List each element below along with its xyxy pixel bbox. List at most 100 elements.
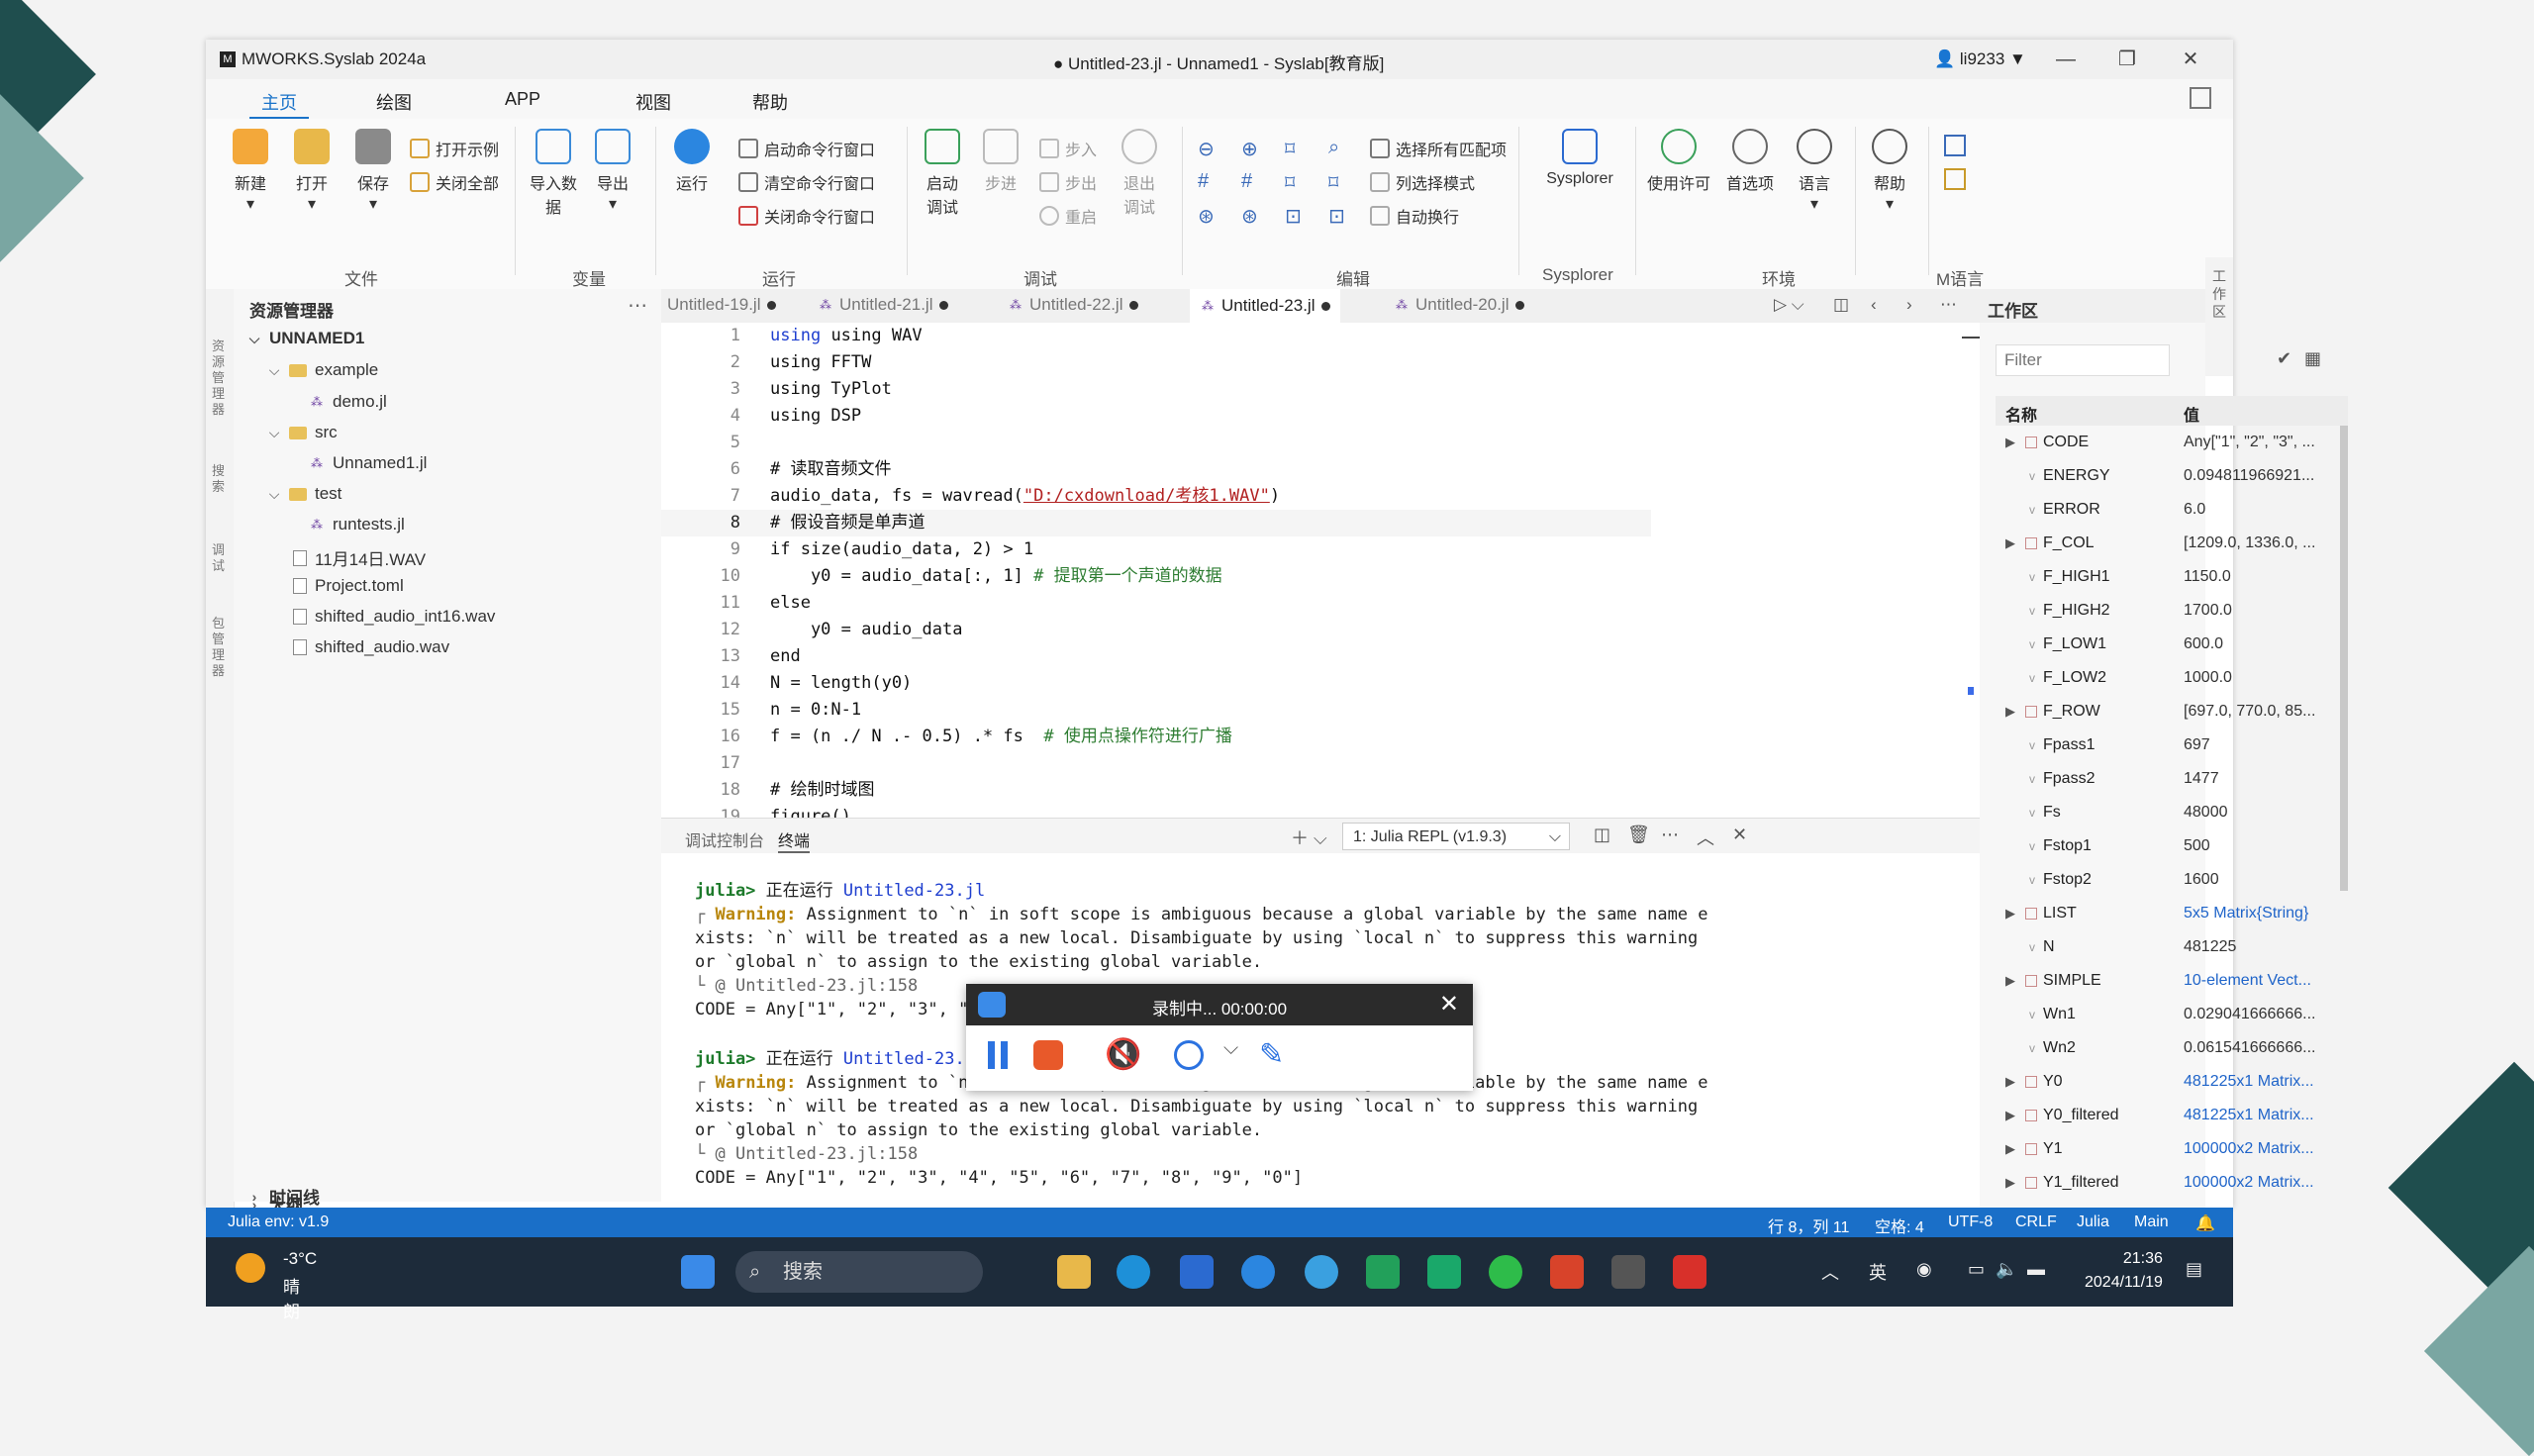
variable-row[interactable]: v Fstop1 500	[1996, 829, 2348, 863]
save-button[interactable]: 保存 ▾	[348, 129, 398, 214]
new-terminal-icon[interactable]: ＋ ⌵	[1291, 825, 1327, 850]
battery-icon[interactable]: ▬	[2027, 1259, 2045, 1280]
language-status[interactable]: Julia	[2077, 1213, 2109, 1231]
restart-button[interactable]: 重启	[1039, 204, 1097, 228]
menu-tab-plot[interactable]: 绘图	[364, 87, 424, 117]
menu-tab-app[interactable]: APP	[493, 87, 552, 112]
chevron-right-icon[interactable]: ▶	[2005, 426, 2015, 459]
tray-expand-icon[interactable]: ︿	[1821, 1259, 1839, 1285]
open-example-button[interactable]: 打开示例	[410, 137, 499, 160]
browser-icon[interactable]	[1305, 1255, 1338, 1289]
workspace-rail[interactable]: 工作区	[2205, 257, 2233, 376]
select-all-matches-button[interactable]: 选择所有匹配项	[1370, 137, 1507, 160]
sysplorer-button[interactable]: Sysplorer	[1538, 129, 1621, 188]
run-button[interactable]: 运行	[667, 129, 717, 194]
uncomment-icon[interactable]: #	[1241, 170, 1252, 193]
forward-icon[interactable]: ⊕	[1241, 137, 1258, 161]
activity-search[interactable]: 搜索	[212, 463, 228, 495]
step-in-button[interactable]: 步入	[1039, 137, 1097, 160]
minimize-button[interactable]: —	[2051, 46, 2081, 73]
start-cmd-window-button[interactable]: 启动命令行窗口	[738, 137, 875, 160]
split-terminal-icon[interactable]: ◫	[1594, 825, 1610, 845]
clock[interactable]: 21:36 2024/11/19	[2085, 1247, 2163, 1295]
variable-row[interactable]: v N 481225	[1996, 930, 2348, 964]
terminal-select[interactable]: 1: Julia REPL (v1.9.3) ⌵	[1342, 823, 1570, 850]
file-explorer-icon[interactable]	[1057, 1255, 1091, 1289]
bell-icon[interactable]: 🔔	[2195, 1213, 2215, 1233]
editor-tab[interactable]: ⁂ Untitled-22.jl	[1008, 295, 1138, 315]
close-window-button[interactable]: ✕	[2176, 46, 2205, 73]
activity-debug[interactable]: 调试	[212, 542, 228, 574]
restore-button[interactable]: ❐	[2112, 46, 2142, 73]
start-icon[interactable]	[681, 1255, 715, 1289]
fold-icon[interactable]: ⊡	[1285, 204, 1302, 229]
step-button[interactable]: 步进	[976, 129, 1025, 194]
variable-row[interactable]: v F_HIGH1 1150.0	[1996, 560, 2348, 594]
start-debug-button[interactable]: 启动调试	[915, 129, 970, 218]
tree-file-shifted[interactable]: shifted_audio.wav	[293, 637, 449, 657]
variable-row[interactable]: ▶ CODE Any["1", "2", "3", ...	[1996, 426, 2348, 459]
split-editor-icon[interactable]: ◫	[1833, 295, 1849, 315]
preferences-button[interactable]: 首选项	[1720, 129, 1780, 194]
app-icon-q[interactable]	[1427, 1255, 1461, 1289]
tree-file-unnamed1[interactable]: ⁂ Unnamed1.jl	[309, 453, 427, 473]
chevron-right-icon[interactable]: ▶	[2005, 695, 2015, 728]
close-cmd-window-button[interactable]: 关闭命令行窗口	[738, 204, 875, 228]
notification-icon[interactable]: ▤	[2186, 1259, 2202, 1280]
chevron-right-icon[interactable]: ▶	[2005, 1099, 2015, 1132]
security-icon[interactable]: ◉	[1916, 1259, 1932, 1280]
variable-row[interactable]: ▶ LIST 5x5 Matrix{String}	[1996, 897, 2348, 930]
stop-recording-button[interactable]	[1033, 1040, 1063, 1070]
more-icon[interactable]: ⋯	[1661, 825, 1679, 845]
encoding-status[interactable]: UTF-8	[1948, 1213, 1993, 1231]
tree-file-wav[interactable]: 11月14日.WAV	[293, 545, 426, 570]
close-all-button[interactable]: 关闭全部	[410, 170, 499, 194]
variable-row[interactable]: ▶ Y0 481225x1 Matrix...	[1996, 1065, 2348, 1099]
chevron-right-icon[interactable]: ▶	[2005, 1065, 2015, 1099]
variable-row[interactable]: v F_LOW1 600.0	[1996, 628, 2348, 661]
chevron-left-icon[interactable]: ‹	[1871, 295, 1877, 315]
unfold-icon[interactable]: ⊡	[1328, 204, 1345, 229]
indent-status[interactable]: 空格: 4	[1875, 1213, 1924, 1237]
user-account-button[interactable]: 👤 li9233 ▼	[1934, 49, 2026, 69]
variable-row[interactable]: ▶ SIMPLE 10-element Vect...	[1996, 964, 2348, 998]
variable-row[interactable]: v Fpass2 1477	[1996, 762, 2348, 796]
variable-row[interactable]: v F_HIGH2 1700.0	[1996, 594, 2348, 628]
tree-file-project-toml[interactable]: Project.toml	[293, 576, 404, 596]
find-icon[interactable]: ⌕	[1328, 137, 1339, 159]
m-convert-icon[interactable]	[1944, 168, 1966, 190]
menu-tab-help[interactable]: 帮助	[740, 87, 800, 117]
exit-debug-button[interactable]: 退出调试	[1115, 129, 1164, 218]
variable-row[interactable]: v Fpass1 697	[1996, 728, 2348, 762]
trash-icon[interactable]: 🗑	[1627, 825, 1650, 845]
new-button[interactable]: 新建 ▾	[226, 129, 275, 214]
license-button[interactable]: 使用许可	[1643, 129, 1714, 194]
app-icon-green[interactable]	[1366, 1255, 1400, 1289]
close-panel-icon[interactable]: ✕	[1732, 825, 1747, 845]
edge-icon[interactable]	[1117, 1255, 1150, 1289]
outdent-icon[interactable]: ⊛	[1241, 204, 1258, 229]
editor-tab[interactable]: ⁂ Untitled-21.jl	[818, 295, 948, 315]
code-editor[interactable]: 1 using using WAV 2 using FFTW 3 using TyPl…	[661, 323, 1980, 818]
variable-row[interactable]: ▶ F_COL [1209.0, 1336.0, ...	[1996, 527, 2348, 560]
chevron-right-icon[interactable]: ▶	[2005, 964, 2015, 998]
variable-row[interactable]: ▶ a [1.0, -3.82184438...	[1996, 1200, 2348, 1208]
tree-file-runtests[interactable]: ⁂ runtests.jl	[309, 515, 405, 534]
ribbon-pin-icon[interactable]	[2190, 87, 2211, 109]
menu-tab-view[interactable]: 视图	[624, 87, 683, 117]
tree-folder-example[interactable]: ⌵ example	[267, 360, 379, 380]
step-out-button[interactable]: 步出	[1039, 170, 1097, 194]
volume-icon[interactable]: 🔈	[1996, 1259, 2017, 1280]
export-button[interactable]: 导出 ▾	[588, 129, 637, 214]
maximize-panel-icon[interactable]: ︿	[1697, 825, 1714, 850]
timeline-section[interactable]: › 时间线	[247, 1184, 320, 1209]
branch-status[interactable]: Main	[2134, 1213, 2169, 1231]
chevron-right-icon[interactable]: ▶	[2005, 527, 2015, 560]
run-file-icon[interactable]: ▷ ⌵	[1774, 295, 1804, 315]
variable-row[interactable]: ▶ F_ROW [697.0, 770.0, 85...	[1996, 695, 2348, 728]
language-button[interactable]: 语言 ▾	[1790, 129, 1839, 214]
auto-wrap-checkbox[interactable]: 自动换行	[1370, 204, 1459, 228]
wechat-icon[interactable]	[1489, 1255, 1522, 1289]
clear-cmd-window-button[interactable]: 清空命令行窗口	[738, 170, 875, 194]
tree-root[interactable]: ⌵ UNNAMED1	[247, 329, 365, 348]
